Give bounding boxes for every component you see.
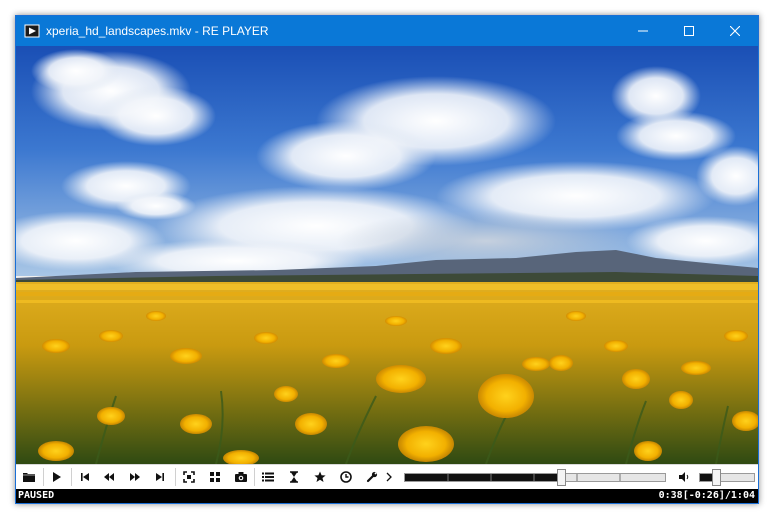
app-icon	[24, 23, 40, 39]
title-bar[interactable]: xperia_hd_landscapes.mkv - RE PLAYER	[16, 16, 758, 46]
seek-bar-ticks	[447, 474, 621, 481]
sleep-timer-button[interactable]	[281, 465, 307, 489]
remaining-time: [-0:26]	[682, 490, 725, 501]
history-button[interactable]	[333, 465, 359, 489]
play-button[interactable]	[44, 465, 70, 489]
skip-previous-icon	[80, 472, 90, 482]
star-icon	[314, 471, 326, 483]
maximize-button[interactable]	[666, 16, 712, 46]
maximize-icon	[684, 26, 694, 36]
fullscreen-button[interactable]	[176, 465, 202, 489]
camera-icon	[234, 471, 248, 483]
hourglass-icon	[289, 471, 299, 483]
close-icon	[730, 26, 740, 36]
play-icon	[52, 471, 62, 483]
video-landscape-image	[16, 46, 758, 464]
seek-bar[interactable]	[404, 469, 666, 486]
close-button[interactable]	[712, 16, 758, 46]
fullscreen-icon	[183, 471, 195, 483]
mute-button[interactable]	[673, 465, 695, 489]
elapsed-time: 0:38	[658, 490, 683, 501]
fast-forward-icon	[129, 472, 141, 482]
control-bar	[16, 464, 758, 489]
next-button[interactable]	[147, 465, 173, 489]
previous-button[interactable]	[72, 465, 98, 489]
playlist-icon	[262, 472, 274, 482]
minimize-icon	[638, 26, 648, 36]
more-button[interactable]	[380, 465, 398, 489]
wrench-icon	[366, 471, 378, 483]
video-frame[interactable]	[16, 46, 758, 464]
open-file-button[interactable]	[16, 465, 42, 489]
playlist-button[interactable]	[255, 465, 281, 489]
window-title: xperia_hd_landscapes.mkv - RE PLAYER	[46, 24, 269, 38]
rewind-button[interactable]	[96, 465, 122, 489]
clock-icon	[340, 471, 352, 483]
time-display: 0:38[-0:26]/1:04	[659, 489, 755, 503]
status-bar: PAUSED 0:38[-0:26]/1:04	[16, 489, 758, 503]
chevron-right-icon	[386, 472, 392, 482]
open-folder-icon	[22, 471, 36, 483]
grid-button[interactable]	[202, 465, 228, 489]
skip-next-icon	[155, 472, 165, 482]
snapshot-button[interactable]	[228, 465, 254, 489]
total-duration: 1:04	[730, 490, 755, 501]
speaker-icon	[678, 471, 690, 483]
grid-icon	[210, 472, 220, 482]
seek-bar-thumb[interactable]	[557, 469, 566, 486]
fast-forward-button[interactable]	[122, 465, 148, 489]
volume-thumb[interactable]	[712, 469, 722, 486]
rewind-icon	[103, 472, 115, 482]
minimize-button[interactable]	[620, 16, 666, 46]
volume-slider[interactable]	[699, 469, 755, 486]
player-window: xperia_hd_landscapes.mkv - RE PLAYER PAU…	[15, 15, 759, 504]
playback-state: PAUSED	[18, 490, 55, 501]
favorite-button[interactable]	[307, 465, 333, 489]
